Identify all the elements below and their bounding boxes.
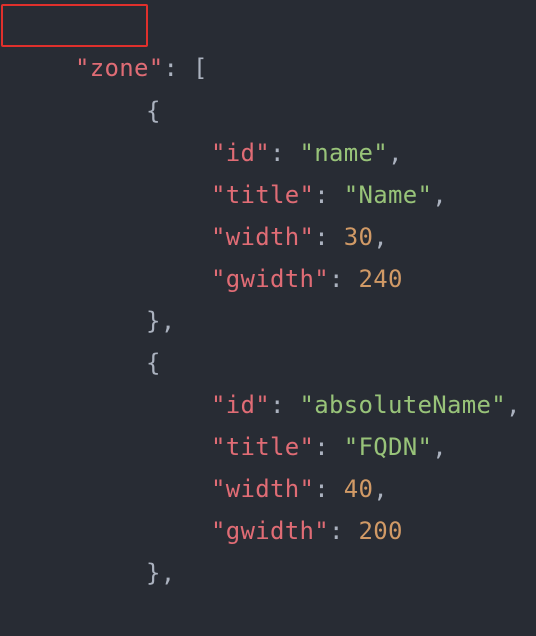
comma: , bbox=[506, 391, 521, 419]
colon: : bbox=[329, 265, 344, 293]
colon: : bbox=[329, 517, 344, 545]
code-line-open-brace: { bbox=[87, 300, 161, 377]
code-line-zone: "zone": [ bbox=[16, 5, 208, 82]
code-line-width: "width": 40, bbox=[152, 426, 388, 503]
comma: , bbox=[432, 181, 447, 209]
code-line-close-brace: }, bbox=[87, 258, 176, 335]
open-bracket: [ bbox=[193, 54, 208, 82]
gwidth-value: 240 bbox=[358, 265, 403, 293]
close-brace: }, bbox=[146, 559, 176, 587]
colon: : bbox=[163, 54, 179, 82]
gwidth-value: 200 bbox=[358, 517, 403, 545]
code-editor[interactable]: "zone": [ { "id": "name", "title": "Name… bbox=[0, 0, 536, 587]
code-line-title: "title": "Name", bbox=[152, 132, 447, 209]
code-line-title: "title": "FQDN", bbox=[152, 384, 447, 461]
code-line-gwidth: "gwidth": 200 bbox=[152, 468, 403, 545]
code-line-open-brace: { bbox=[87, 48, 161, 125]
code-line-id: "id": "absoluteName", bbox=[152, 342, 521, 419]
gwidth-key: "gwidth" bbox=[211, 517, 329, 545]
code-line-gwidth: "gwidth": 240 bbox=[152, 216, 403, 293]
code-line-width: "width": 30, bbox=[152, 174, 388, 251]
code-line-id: "id": "name", bbox=[152, 90, 403, 167]
comma: , bbox=[432, 433, 447, 461]
code-line-close-brace: }, bbox=[87, 510, 176, 587]
gwidth-key: "gwidth" bbox=[211, 265, 329, 293]
